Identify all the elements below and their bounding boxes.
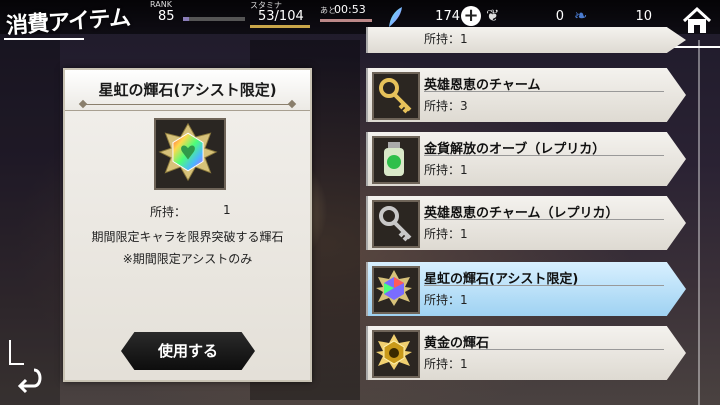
owned-value: 1 xyxy=(223,203,231,217)
blue-crystal-icon: ❧ xyxy=(574,6,588,25)
list-item-count: 所持：3 xyxy=(424,99,468,113)
item-name: 星虹の輝石(アシスト限定) xyxy=(98,81,277,99)
item-thumbnail xyxy=(372,200,420,248)
timer-bar xyxy=(320,19,372,22)
rainbow-gem-icon xyxy=(376,270,412,306)
rank-value: 85 xyxy=(158,9,175,24)
divider-ornament-left xyxy=(78,99,88,109)
gold-key-icon xyxy=(379,78,412,114)
list-item[interactable]: 黄金の輝石 所持：1 xyxy=(366,326,686,380)
timer-value: 00:53 xyxy=(334,3,366,16)
rainbow-feather-icon xyxy=(389,7,402,27)
list-item[interactable]: 英雄恩恵のチャーム（レプリカ） 所持：1 xyxy=(366,196,686,250)
rainbow-gem-icon xyxy=(158,122,218,182)
home-icon xyxy=(682,6,712,33)
list-item-count: 所持：1 xyxy=(424,163,468,177)
list-item-divider xyxy=(424,219,664,220)
currency3-count: 10 xyxy=(635,9,652,24)
list-item-count: 所持：1 xyxy=(424,32,468,46)
stamina-value: 53/104 xyxy=(258,9,304,24)
rank-progress-fill xyxy=(183,17,190,21)
gold-gem-icon xyxy=(376,334,412,370)
list-item-count: 所持：1 xyxy=(424,227,468,241)
owned-label: 所持： xyxy=(150,205,187,219)
item-detail-panel: 星虹の輝石(アシスト限定) 所持： 1 期間限定キャラを限界突破する輝石 ※期間… xyxy=(63,68,312,382)
list-item-background xyxy=(366,27,686,53)
rank-progress-bar xyxy=(183,17,245,21)
list-item-divider xyxy=(424,155,664,156)
title-underline xyxy=(4,38,84,40)
item-thumbnail xyxy=(372,266,420,314)
frame-corner xyxy=(9,340,24,365)
return-arrow-icon xyxy=(17,368,42,394)
item-description-line1: 期間限定キャラを限界突破する輝石 xyxy=(91,230,284,244)
item-thumbnail xyxy=(372,330,420,378)
list-item-divider xyxy=(424,285,664,286)
silver-key-icon xyxy=(379,206,412,242)
rank-label: RANK xyxy=(150,0,172,9)
list-scroll-track[interactable] xyxy=(698,40,700,405)
back-button[interactable] xyxy=(8,340,48,398)
list-item-count: 所持：1 xyxy=(424,293,468,307)
list-item-count: 所持：1 xyxy=(424,357,468,371)
stamina-bar xyxy=(250,25,310,28)
list-item[interactable]: 星虹の輝石(アシスト限定) 所持：1 xyxy=(366,262,686,316)
list-item[interactable]: 金貨解放のオーブ（レプリカ） 所持：1 xyxy=(366,132,686,186)
divider-ornament-right xyxy=(287,99,297,109)
currency2-count: 0 xyxy=(555,9,564,24)
add-gem-button[interactable]: + xyxy=(461,6,481,26)
panel-header: 星虹の輝石(アシスト限定) xyxy=(65,70,310,111)
item-image xyxy=(154,118,226,190)
header-divider xyxy=(83,104,293,105)
item-description-line2: ※期間限定アシストのみ xyxy=(122,252,253,266)
gem-count: 174 xyxy=(435,9,460,24)
list-item-partial[interactable]: 所持：1 xyxy=(366,27,686,53)
item-thumbnail xyxy=(372,72,420,120)
item-thumbnail xyxy=(372,136,420,184)
green-bottle-icon xyxy=(384,142,404,176)
use-button[interactable]: 使用する xyxy=(121,332,255,370)
list-item-divider xyxy=(424,91,664,92)
list-item[interactable]: 英雄恩恵のチャーム 所持：3 xyxy=(366,68,686,122)
bird-icon: ❦ xyxy=(486,6,500,25)
list-item-divider xyxy=(424,349,664,350)
